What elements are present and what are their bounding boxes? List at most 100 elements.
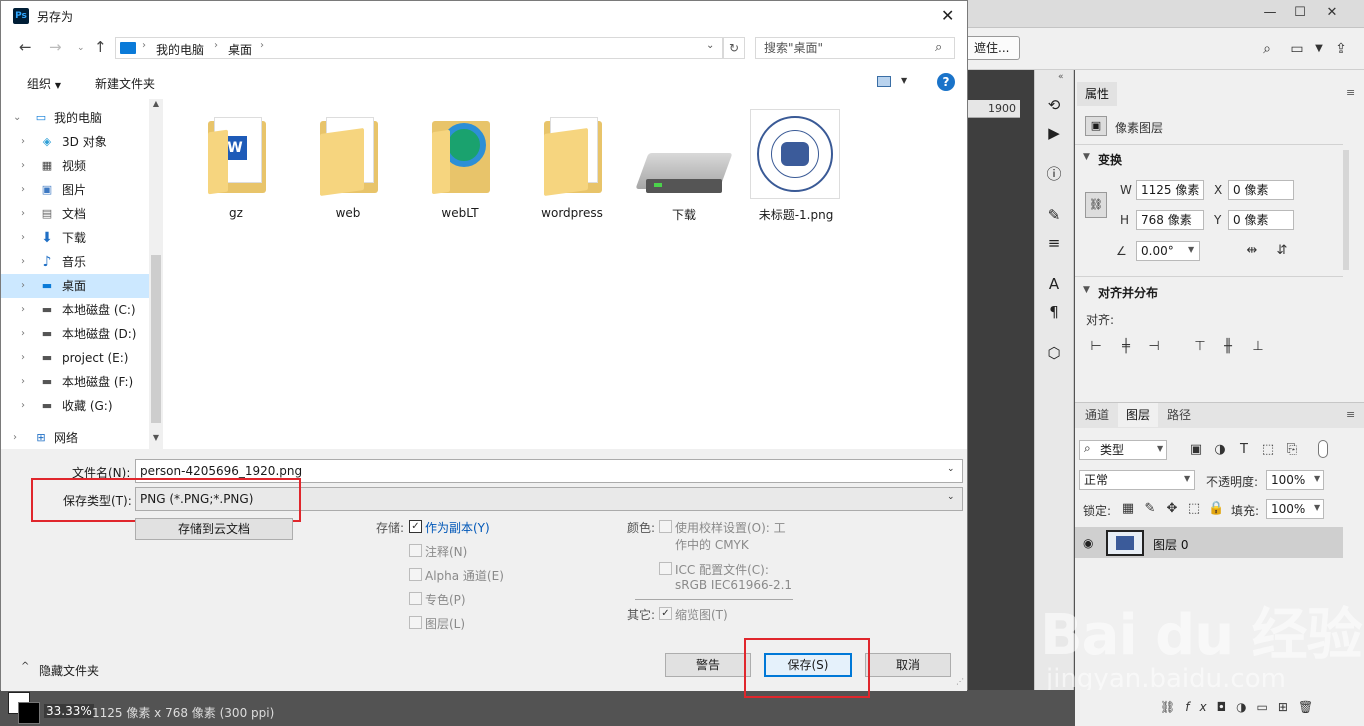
refresh-icon[interactable]: ↻ [723,37,745,59]
layers-checkbox[interactable] [409,616,422,629]
chevron-down-icon[interactable]: ⌄ [947,464,955,474]
flip-vertical-icon[interactable]: ⇵ [1274,243,1290,259]
new-folder-button[interactable]: 新建文件夹 [95,75,155,92]
file-item-gz[interactable]: W gz [186,105,286,225]
align-hcenter-icon[interactable]: ╪ [1118,339,1134,355]
tree-item-this-pc[interactable]: ⌄ ▭ 我的电脑 [1,106,149,130]
zoom-level[interactable]: 33.33% [44,704,94,718]
thumbnail-checkbox[interactable]: ✓ [659,607,672,620]
cancel-button[interactable]: 取消 [865,653,951,677]
minimize-icon[interactable]: — [1260,4,1280,22]
icc-profile-checkbox[interactable] [659,562,672,575]
hide-folders-button[interactable]: 隐藏文件夹 [39,662,99,679]
panel-menu-icon[interactable]: ≡ [1346,408,1355,421]
align-left-icon[interactable]: ⊢ [1088,339,1104,355]
proof-setup-checkbox[interactable] [659,520,672,533]
tree-item-downloads[interactable]: › ⬇ 下载 [1,226,149,250]
select-and-mask-button[interactable]: 遮住... [968,36,1020,60]
chevron-down-icon[interactable]: ⌄ [706,40,714,51]
background-color-swatch[interactable] [18,702,40,724]
brush-icon[interactable]: ✎ [1043,204,1065,226]
lock-all-icon[interactable]: 🔒 [1208,501,1224,517]
tree-item-pictures[interactable]: › ▣ 图片 [1,178,149,202]
tree-item-drive-f[interactable]: › ▬ 本地磁盘 (F:) [1,370,149,394]
search-icon[interactable]: ⌕ [935,40,942,55]
dropdown-arrow-icon[interactable]: ▼ [1310,40,1328,58]
layer-name[interactable]: 图层 0 [1153,536,1188,553]
align-vcenter-icon[interactable]: ╫ [1220,339,1236,355]
lock-artboard-icon[interactable]: ⬚ [1186,501,1202,517]
visibility-eye-icon[interactable]: ◉ [1083,536,1093,550]
tree-item-network[interactable]: › ⊞ 网络 [1,426,149,450]
help-icon[interactable]: ? [937,73,955,91]
tree-item-drive-c[interactable]: › ▬ 本地磁盘 (C:) [1,298,149,322]
file-item-download-drive[interactable]: 下载 [634,105,734,225]
chevron-down-icon[interactable]: ⌄ [947,492,955,502]
notes-checkbox[interactable] [409,544,422,557]
filter-type-icon[interactable]: T [1236,442,1252,458]
organize-button[interactable]: 组织 ▼ [27,75,61,92]
align-right-icon[interactable]: ⊣ [1146,339,1162,355]
filter-shape-icon[interactable]: ⬚ [1260,442,1276,458]
chevron-down-icon[interactable]: ▼ [1188,245,1194,254]
width-field[interactable]: 1125 像素 [1136,180,1204,200]
chevron-down-icon[interactable]: ▼ [1157,444,1163,453]
chevron-down-icon[interactable]: ▼ [1184,474,1190,483]
filter-toggle[interactable] [1318,440,1328,458]
resize-grip-icon[interactable]: ⋰ [956,677,964,686]
address-bar[interactable]: › 我的电脑 › 桌面 › ⌄ [115,37,723,59]
chevron-down-icon[interactable]: ▼ [1314,503,1320,512]
tree-item-drive-d[interactable]: › ▬ 本地磁盘 (D:) [1,322,149,346]
as-copy-label[interactable]: 作为副本(Y) [425,519,490,536]
close-icon[interactable]: ✕ [941,6,954,25]
spot-checkbox[interactable] [409,592,422,605]
lock-pixels-icon[interactable]: ✎ [1142,501,1158,517]
alpha-checkbox[interactable] [409,568,422,581]
adjustments-icon[interactable]: ≡ [1043,232,1065,254]
file-item-wordpress[interactable]: wordpress [522,105,622,225]
save-to-cloud-button[interactable]: 存储到云文档 [135,518,293,540]
filter-smart-icon[interactable]: ⎘ [1284,442,1300,458]
tree-item-drive-e[interactable]: › ▬ project (E:) [1,346,149,370]
tree-item-documents[interactable]: › ▤ 文档 [1,202,149,226]
tree-item-desktop[interactable]: › ▬ 桌面 [1,274,149,298]
info-icon[interactable]: ⓘ [1043,163,1065,185]
view-mode-icon[interactable] [877,76,891,87]
chevron-down-icon[interactable]: ▼ [1083,152,1090,162]
filter-pixel-icon[interactable]: ▣ [1188,442,1204,458]
lock-position-icon[interactable]: ✥ [1164,501,1180,517]
lock-transparent-icon[interactable]: ▦ [1120,501,1136,517]
flip-horizontal-icon[interactable]: ⇹ [1244,243,1260,259]
warning-button[interactable]: 警告 [665,653,751,677]
file-item-web[interactable]: web [298,105,398,225]
history-icon[interactable]: ⟲ [1043,94,1065,116]
tree-item-video[interactable]: › ▦ 视频 [1,154,149,178]
mask-icon[interactable]: ◘ [1217,700,1237,714]
up-arrow-icon[interactable]: ↑ [94,38,107,56]
panel-scrollbar[interactable] [1343,150,1349,270]
share-icon[interactable]: ⇪ [1332,40,1350,58]
tab-layers[interactable]: 图层 [1118,403,1159,427]
close-icon[interactable]: ✕ [1322,4,1342,22]
paragraph-icon[interactable]: ¶ [1043,301,1065,323]
as-copy-checkbox[interactable]: ✓ [409,520,422,533]
forward-arrow-icon[interactable]: → [49,38,62,56]
align-bottom-icon[interactable]: ⊥ [1250,339,1266,355]
align-top-icon[interactable]: ⊤ [1192,339,1208,355]
adjustment-icon[interactable]: ◑ [1236,700,1256,714]
play-action-icon[interactable]: ▶ [1043,122,1065,144]
tab-channels[interactable]: 通道 [1077,403,1117,427]
filter-adjustment-icon[interactable]: ◑ [1212,442,1228,458]
group-icon[interactable]: ▭ [1257,700,1278,714]
maximize-icon[interactable]: ☐ [1290,4,1310,22]
link-layers-icon[interactable]: ⛓ [1160,700,1185,714]
file-item-weblt[interactable]: webLT [410,105,510,225]
tree-item-drive-g[interactable]: › ▬ 收藏 (G:) [1,394,149,418]
breadcrumb-current[interactable]: 桌面 [228,41,252,58]
collapse-icon[interactable]: « [1058,72,1064,82]
link-icon[interactable]: ⛓ [1085,192,1107,218]
search-icon[interactable]: ⌕ [1258,40,1276,58]
height-field[interactable]: 768 像素 [1136,210,1204,230]
tree-item-music[interactable]: › ♪ 音乐 [1,250,149,274]
fx-icon[interactable]: fx [1185,700,1216,714]
